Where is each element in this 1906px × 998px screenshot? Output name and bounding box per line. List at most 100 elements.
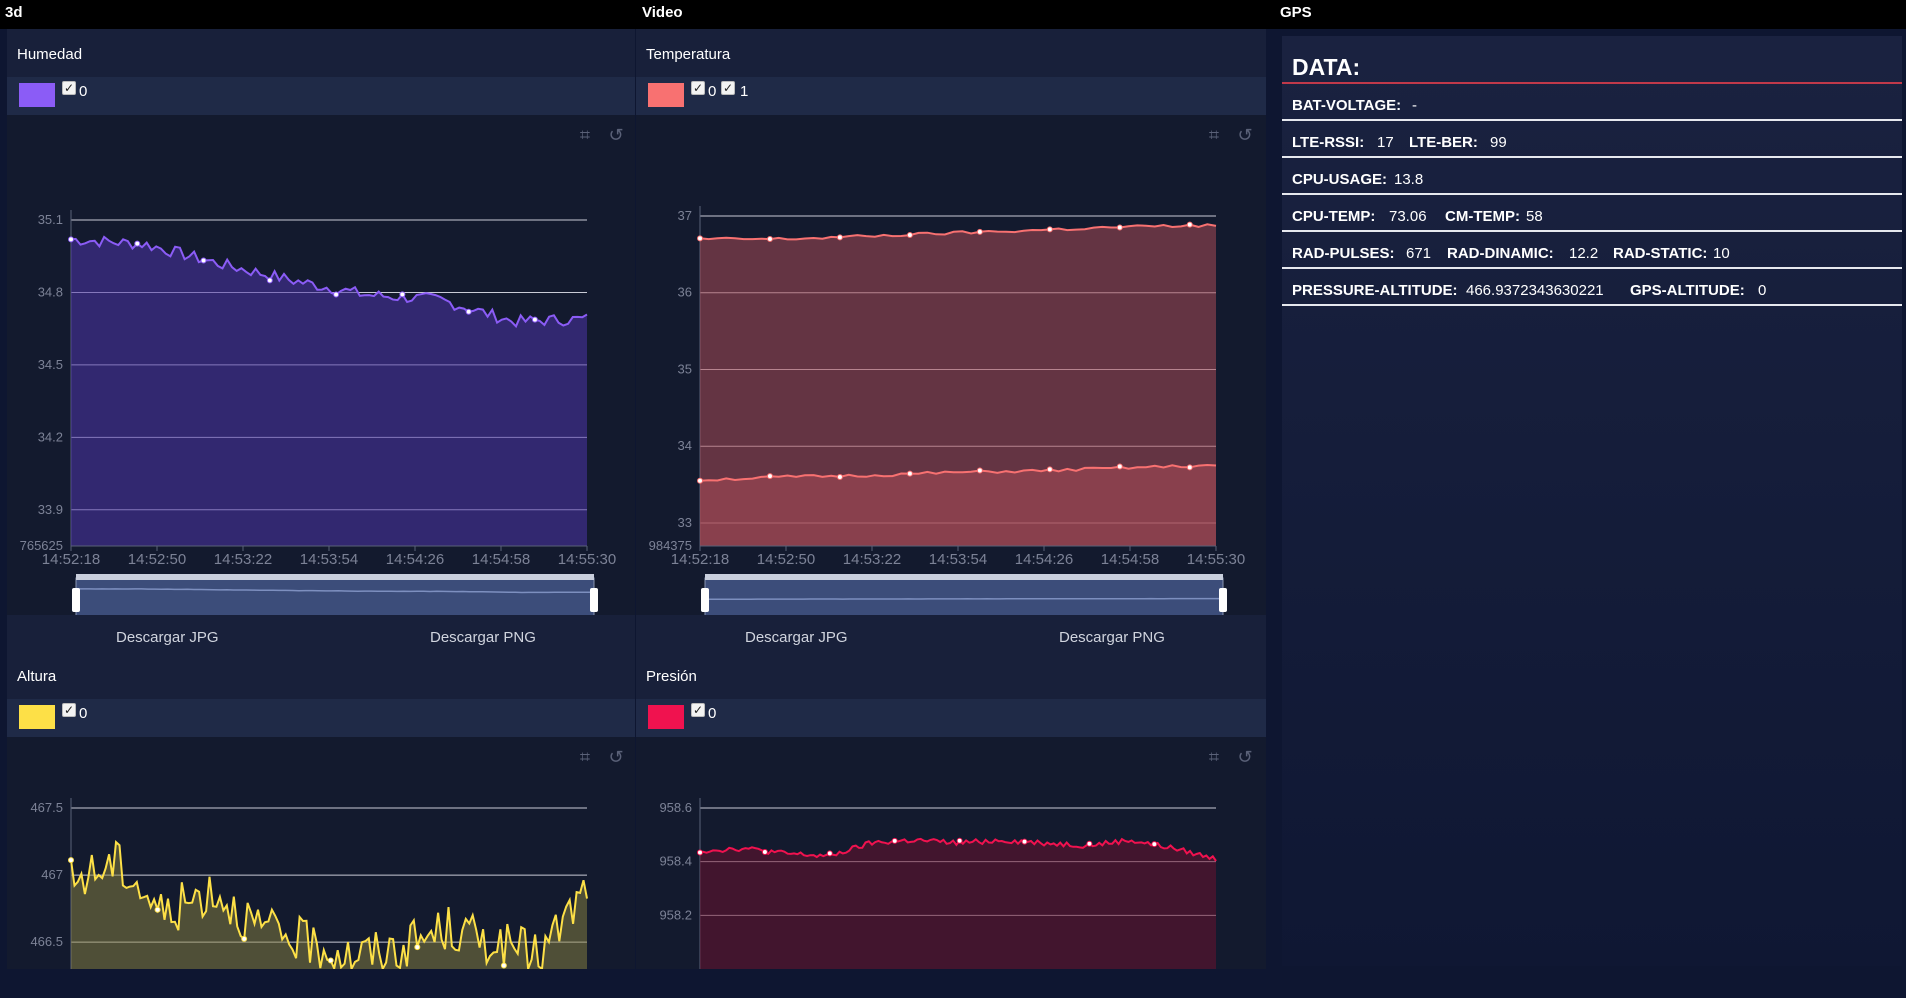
data-row: BAT-VOLTAGE: - bbox=[1282, 84, 1902, 121]
download-jpg-button[interactable]: Descargar JPG bbox=[116, 629, 219, 646]
humedad-chart-panel: Humedad ✓ 0 ⌗ ↺ 35.1 34.8 34.5 34.2 33.9 7656… bbox=[7, 29, 635, 660]
series-area bbox=[71, 842, 587, 969]
range-selector-line bbox=[705, 597, 1223, 600]
x-tick-label: 14:55:30 bbox=[1187, 551, 1245, 568]
chart-area: ⌗ ↺ 35.1 34.8 34.5 34.2 33.9 765625 14:52:18 14… bbox=[7, 115, 635, 615]
x-tick-label: 14:54:58 bbox=[472, 551, 530, 568]
data-point bbox=[1116, 224, 1123, 231]
data-key: BAT-VOLTAGE: bbox=[1292, 97, 1402, 114]
data-point bbox=[976, 228, 983, 235]
series-color-swatch[interactable] bbox=[648, 705, 684, 729]
data-value: 671 bbox=[1406, 245, 1432, 262]
range-right-handle bbox=[1219, 588, 1227, 612]
altura-chart-panel: Altura ✓ 0 ⌗ ↺ 467.5 467 466.5 bbox=[7, 651, 635, 969]
legend: ✓ 0 bbox=[7, 699, 635, 737]
chart-title: Temperatura bbox=[646, 46, 731, 63]
series-area bbox=[700, 838, 1216, 969]
y-tick-label: 467 bbox=[41, 867, 63, 882]
legend: ✓ 0 bbox=[636, 699, 1266, 737]
data-point bbox=[836, 473, 843, 480]
data-point bbox=[1116, 463, 1123, 470]
data-point bbox=[134, 240, 141, 247]
chart-area: ⌗ ↺ 958.6 958.4 958.2 bbox=[636, 737, 1266, 969]
tab-gps[interactable]: GPS bbox=[1280, 4, 1312, 21]
download-png-button[interactable]: Descargar PNG bbox=[1059, 629, 1165, 646]
y-tick-label: 37 bbox=[678, 208, 692, 223]
series-checkbox[interactable]: ✓ bbox=[691, 703, 705, 717]
data-point bbox=[200, 257, 207, 264]
data-value: 13.8 bbox=[1394, 171, 1424, 188]
data-value: 12.2 bbox=[1569, 245, 1599, 262]
data-point bbox=[531, 316, 538, 323]
data-point bbox=[766, 236, 773, 243]
series-label: 1 bbox=[740, 83, 749, 100]
x-tick-label: 14:53:54 bbox=[300, 551, 358, 568]
data-point bbox=[1086, 840, 1093, 847]
data-point bbox=[68, 857, 74, 864]
data-point bbox=[1186, 464, 1193, 471]
series-color-swatch[interactable] bbox=[648, 83, 684, 107]
x-tick-label: 14:53:22 bbox=[214, 551, 272, 568]
data-point bbox=[154, 906, 161, 913]
data-key: CPU-USAGE: bbox=[1292, 171, 1388, 188]
range-left-handle bbox=[72, 588, 80, 612]
tab-3d[interactable]: 3d bbox=[5, 4, 23, 21]
tab-video[interactable]: Video bbox=[642, 4, 683, 21]
data-point bbox=[1021, 838, 1028, 845]
series-color-swatch[interactable] bbox=[19, 83, 55, 107]
data-key: CPU-TEMP: bbox=[1292, 208, 1376, 225]
x-tick-label: 14:54:58 bbox=[1101, 551, 1159, 568]
data-point bbox=[766, 473, 773, 480]
series-color-swatch[interactable] bbox=[19, 705, 55, 729]
x-tick-label: 14:53:22 bbox=[843, 551, 901, 568]
y-tick-label: 35 bbox=[678, 361, 692, 376]
range-left-handle bbox=[701, 588, 709, 612]
y-tick-label: 958.4 bbox=[659, 854, 692, 869]
y-tick-label: 36 bbox=[678, 285, 692, 300]
data-point bbox=[1151, 841, 1158, 848]
data-point bbox=[956, 837, 963, 844]
temperatura-chart-svg: 373635343398437514:52:18 14:52:50 14:53:22… bbox=[649, 206, 1245, 615]
chart-area: ⌗ ↺ 467.5 467 466.5 bbox=[7, 737, 635, 969]
data-point bbox=[266, 277, 273, 284]
y-tick-label: 466.5 bbox=[30, 934, 63, 949]
download-png-button[interactable]: Descargar PNG bbox=[430, 629, 536, 646]
series-checkbox[interactable]: ✓ bbox=[721, 81, 735, 95]
data-point bbox=[976, 467, 983, 474]
data-point bbox=[906, 470, 913, 477]
series-checkbox[interactable]: ✓ bbox=[691, 81, 705, 95]
series-checkbox[interactable]: ✓ bbox=[62, 81, 76, 95]
data-key: RAD-PULSES: bbox=[1292, 245, 1395, 262]
data-point bbox=[761, 848, 768, 855]
temperatura-chart-panel: Temperatura ✓ 0 ✓ 1 ⌗ ↺ 37 36 35 34 33 984375… bbox=[636, 29, 1266, 660]
series-label: 0 bbox=[79, 705, 88, 722]
range-selector-handle-bar bbox=[705, 574, 1223, 580]
data-point bbox=[826, 850, 833, 857]
presion-chart-panel: Presión ✓ 0 ⌗ ↺ 958.6 958.4 958.2 bbox=[636, 651, 1266, 969]
data-point bbox=[414, 944, 421, 951]
y-tick-label: 35.1 bbox=[38, 212, 63, 227]
y-tick-label: 958.6 bbox=[659, 800, 692, 815]
x-tick-label: 14:52:50 bbox=[128, 551, 186, 568]
top-bar: 3d Video GPS bbox=[0, 0, 1906, 29]
presion-chart-svg: 958.6 958.4 958.2 bbox=[659, 798, 1217, 969]
data-point bbox=[399, 291, 406, 298]
series-checkbox[interactable]: ✓ bbox=[62, 703, 76, 717]
series-label: 0 bbox=[708, 705, 717, 722]
data-value: 17 bbox=[1377, 134, 1394, 151]
telemetry-data-panel: DATA: BAT-VOLTAGE: - LTE-RSSI: 17 LTE-BE… bbox=[1282, 36, 1902, 966]
data-key: LTE-RSSI: bbox=[1292, 134, 1365, 151]
series-label: 0 bbox=[79, 83, 88, 100]
chart-title: Altura bbox=[17, 668, 57, 685]
data-row: RAD-PULSES: 671 RAD-DINAMIC: 12.2 RAD-ST… bbox=[1282, 232, 1902, 269]
data-point bbox=[327, 957, 334, 964]
data-key: PRESSURE-ALTITUDE: bbox=[1292, 282, 1458, 299]
x-tick-label: 14:52:18 bbox=[671, 551, 729, 568]
data-point bbox=[906, 232, 913, 239]
data-point bbox=[465, 308, 472, 315]
download-jpg-button[interactable]: Descargar JPG bbox=[745, 629, 848, 646]
data-point bbox=[697, 477, 703, 484]
y-tick-label: 34.2 bbox=[38, 429, 63, 444]
data-value: 466.9372343630221 bbox=[1466, 282, 1604, 299]
range-selector bbox=[704, 577, 1224, 615]
